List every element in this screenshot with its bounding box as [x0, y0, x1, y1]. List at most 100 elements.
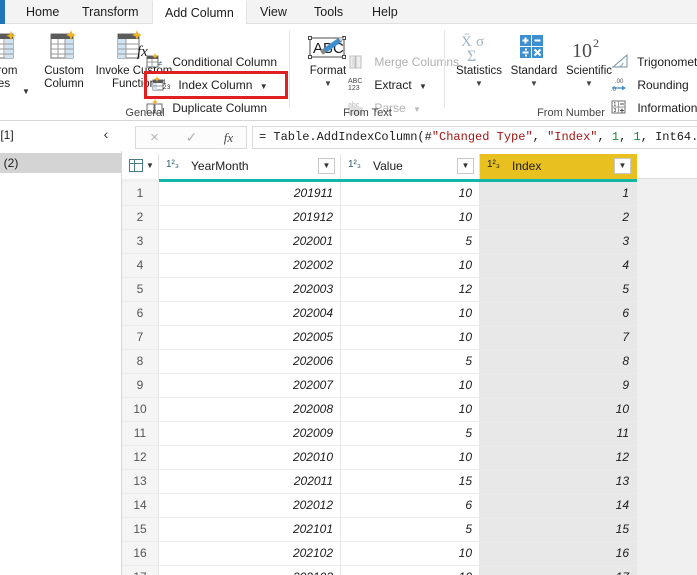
cell-index[interactable]: 17	[480, 566, 637, 575]
cell-value[interactable]: 10	[341, 566, 480, 575]
cell-yearmonth[interactable]: 202101	[159, 518, 341, 542]
cell-value[interactable]: 12	[341, 278, 480, 302]
table-row[interactable]: 15 202101 5 15	[122, 518, 697, 542]
table-row[interactable]: 172021031017	[122, 566, 697, 575]
row-number[interactable]: 11	[122, 422, 159, 446]
tab-tools[interactable]: Tools	[302, 0, 355, 24]
cell-yearmonth[interactable]: 202003	[159, 278, 341, 302]
row-number[interactable]: 7	[122, 326, 159, 350]
cell-value[interactable]: 10	[341, 374, 480, 398]
trigonometry-button[interactable]: Trigonometry	[611, 51, 697, 73]
formula-cancel-icon[interactable]: ×	[136, 127, 173, 148]
cell-value[interactable]: 5	[341, 350, 480, 374]
cell-yearmonth[interactable]: 202102	[159, 542, 341, 566]
cell-yearmonth[interactable]: 202002	[159, 254, 341, 278]
rounding-button[interactable]: .00 .0 Rounding ▼	[611, 74, 697, 96]
row-number[interactable]: 15	[122, 518, 159, 542]
row-number[interactable]: 3	[122, 230, 159, 254]
cell-value[interactable]: 10	[341, 398, 480, 422]
cell-value[interactable]: 5	[341, 518, 480, 542]
cell-yearmonth[interactable]: 202004	[159, 302, 341, 326]
tab-add-column[interactable]: Add Column	[152, 0, 247, 25]
custom-column-button[interactable]: Custom Column	[32, 27, 96, 101]
column-header-index[interactable]: 1²₃ Index ▼	[480, 154, 637, 179]
cell-index[interactable]: 11	[480, 422, 637, 446]
cell-value[interactable]: 5	[341, 230, 480, 254]
cell-value[interactable]: 5	[341, 422, 480, 446]
cell-index[interactable]: 7	[480, 326, 637, 350]
column-from-examples-caret-icon[interactable]: ▼	[22, 87, 30, 96]
cell-value[interactable]: 10	[341, 542, 480, 566]
column-header-value[interactable]: 1²₃ Value ▼	[341, 154, 480, 179]
row-number[interactable]: 16	[122, 542, 159, 566]
cell-index[interactable]: 4	[480, 254, 637, 278]
table-row[interactable]: 3 202001 5 3	[122, 230, 697, 254]
row-number[interactable]: 13	[122, 470, 159, 494]
column-header-yearmonth[interactable]: 1²₃ YearMonth ▼	[159, 154, 341, 179]
tab-home[interactable]: Home	[14, 0, 71, 24]
row-number[interactable]: 6	[122, 302, 159, 326]
extract-button[interactable]: ABC 123 Extract ▼	[348, 74, 427, 96]
column-filter-index-icon[interactable]: ▼	[614, 158, 631, 174]
index-column-button[interactable]: 1 2 3 Index Column ▼	[152, 74, 268, 96]
cell-yearmonth[interactable]: 202007	[159, 374, 341, 398]
table-row[interactable]: 13 202011 15 13	[122, 470, 697, 494]
column-filter-value-icon[interactable]: ▼	[457, 158, 474, 174]
cell-value[interactable]: 10	[341, 206, 480, 230]
table-row[interactable]: 4 202002 10 4	[122, 254, 697, 278]
cell-yearmonth[interactable]: 202006	[159, 350, 341, 374]
extract-caret-icon[interactable]: ▼	[419, 82, 427, 91]
table-row[interactable]: 9 202007 10 9	[122, 374, 697, 398]
row-number[interactable]: 9	[122, 374, 159, 398]
cell-yearmonth[interactable]: 202005	[159, 326, 341, 350]
column-filter-yearmonth-icon[interactable]: ▼	[318, 158, 335, 174]
cell-value[interactable]: 10	[341, 254, 480, 278]
row-number[interactable]: 5	[122, 278, 159, 302]
cell-yearmonth[interactable]: 202008	[159, 398, 341, 422]
row-number[interactable]: 4	[122, 254, 159, 278]
cell-yearmonth[interactable]: 201911	[159, 182, 341, 206]
query-list-item-table[interactable]: le (2)	[0, 153, 122, 173]
cell-yearmonth[interactable]: 202001	[159, 230, 341, 254]
table-row[interactable]: 7 202005 10 7	[122, 326, 697, 350]
cell-index[interactable]: 10	[480, 398, 637, 422]
cell-yearmonth[interactable]: 202103	[159, 566, 341, 575]
column-from-examples-button[interactable]: From es	[0, 27, 36, 101]
formula-accept-icon[interactable]: ✓	[173, 127, 210, 148]
cell-index[interactable]: 9	[480, 374, 637, 398]
cell-index[interactable]: 3	[480, 230, 637, 254]
formula-input[interactable]: = Table.AddIndexColumn(#"Changed Type", …	[252, 126, 697, 149]
cell-index[interactable]: 12	[480, 446, 637, 470]
cell-value[interactable]: 6	[341, 494, 480, 518]
row-number[interactable]: 17	[122, 566, 159, 575]
table-row[interactable]: 16 202102 10 16	[122, 542, 697, 566]
cell-value[interactable]: 10	[341, 302, 480, 326]
conditional-column-button[interactable]: ≠ Conditional Column	[146, 51, 277, 73]
tab-help[interactable]: Help	[360, 0, 410, 24]
cell-yearmonth[interactable]: 202012	[159, 494, 341, 518]
cell-yearmonth[interactable]: 202010	[159, 446, 341, 470]
cell-index[interactable]: 14	[480, 494, 637, 518]
cell-index[interactable]: 5	[480, 278, 637, 302]
tab-transform[interactable]: Transform	[70, 0, 151, 24]
grid-corner-table-button[interactable]: ▼	[122, 154, 159, 179]
table-row[interactable]: 8 202006 5 8	[122, 350, 697, 374]
table-row[interactable]: 12 202010 10 12	[122, 446, 697, 470]
tab-view[interactable]: View	[248, 0, 299, 24]
cell-value[interactable]: 10	[341, 182, 480, 206]
cell-index[interactable]: 13	[480, 470, 637, 494]
row-number[interactable]: 10	[122, 398, 159, 422]
row-number[interactable]: 12	[122, 446, 159, 470]
cell-index[interactable]: 16	[480, 542, 637, 566]
row-number[interactable]: 8	[122, 350, 159, 374]
table-row[interactable]: 2 201912 10 2	[122, 206, 697, 230]
cell-index[interactable]: 1	[480, 182, 637, 206]
row-number[interactable]: 14	[122, 494, 159, 518]
table-row[interactable]: 11 202009 5 11	[122, 422, 697, 446]
collapse-pane-chevron-icon[interactable]: ‹	[98, 125, 114, 143]
cell-value[interactable]: 10	[341, 326, 480, 350]
row-number[interactable]: 1	[122, 182, 159, 206]
table-row[interactable]: 10 202008 10 10	[122, 398, 697, 422]
cell-value[interactable]: 15	[341, 470, 480, 494]
table-row[interactable]: 1 201911 10 1	[122, 182, 697, 206]
